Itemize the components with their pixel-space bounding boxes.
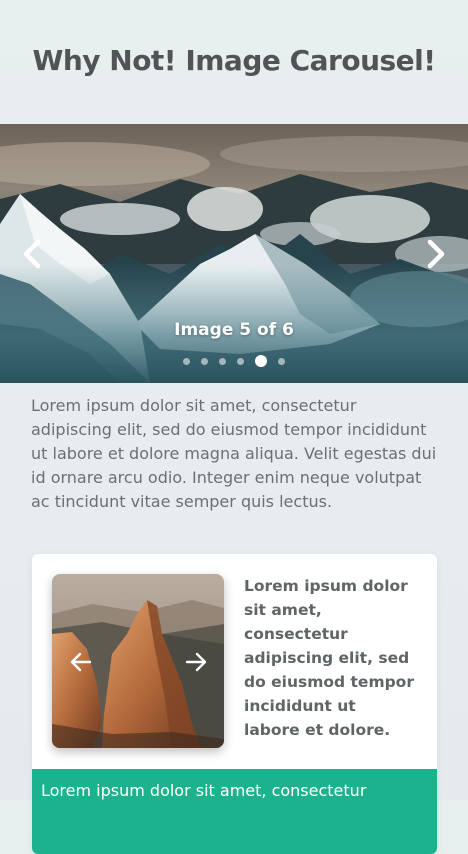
chevron-left-icon[interactable]: [16, 237, 50, 271]
arrow-right-icon[interactable]: [184, 650, 208, 674]
hero-slide-image: [0, 124, 468, 383]
hero-carousel[interactable]: Image 5 of 6: [0, 124, 468, 383]
card-footer: Lorem ipsum dolor sit amet, consectetur: [32, 769, 437, 854]
intro-paragraph: Lorem ipsum dolor sit amet, consectetur …: [31, 396, 437, 511]
content-card: Lorem ipsum dolor sit amet, consectetur …: [32, 554, 437, 854]
card-footer-text: Lorem ipsum dolor sit amet, consectetur: [41, 781, 367, 800]
carousel-pagination: [0, 355, 468, 367]
pagination-dot[interactable]: [278, 357, 285, 365]
pagination-dot[interactable]: [201, 357, 208, 365]
arrow-left-icon[interactable]: [69, 650, 93, 674]
chevron-right-icon[interactable]: [418, 237, 452, 271]
page-title: Why Not! Image Carousel!: [32, 44, 436, 77]
pagination-dot-active[interactable]: [255, 355, 267, 367]
pagination-dot[interactable]: [183, 357, 190, 365]
pagination-dot[interactable]: [237, 357, 244, 365]
pagination-dot[interactable]: [219, 357, 226, 365]
card-description: Lorem ipsum dolor sit amet, consectetur …: [244, 577, 414, 739]
slide-caption: Image 5 of 6: [174, 320, 294, 340]
mini-carousel[interactable]: [52, 574, 224, 748]
